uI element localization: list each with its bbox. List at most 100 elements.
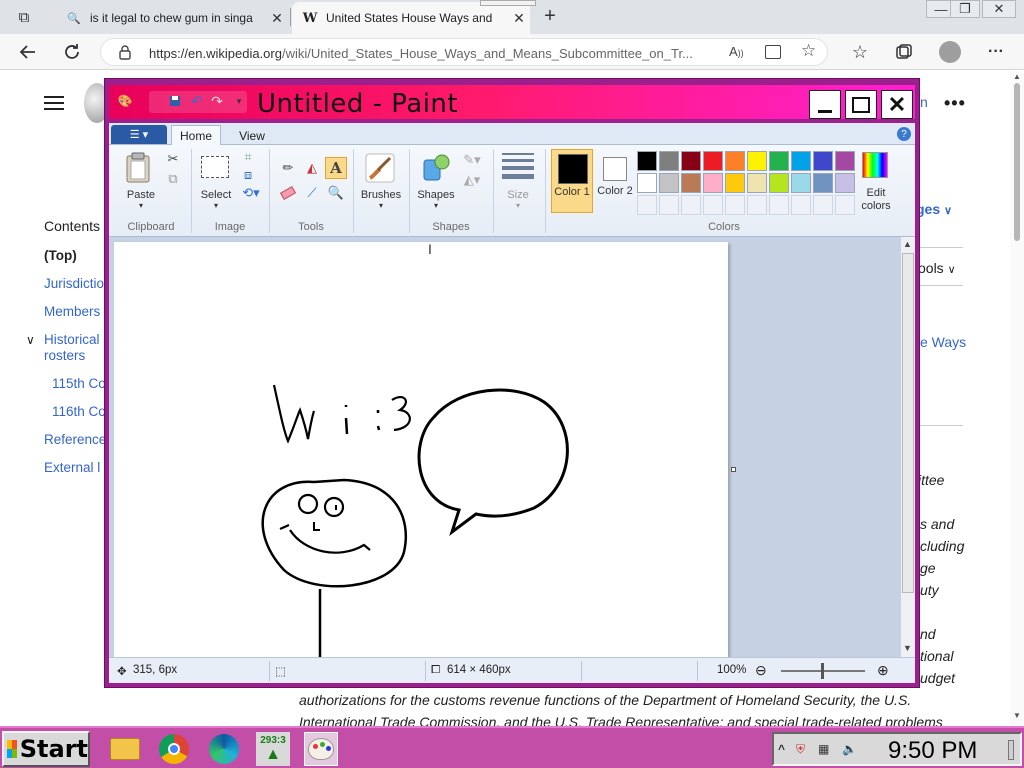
custom-color-slot[interactable]	[791, 195, 811, 215]
paint-title-bar[interactable]: 🎨 ↶ ↷ ▾ Untitled - Paint ✕	[109, 85, 915, 119]
palette-swatch[interactable]	[725, 173, 745, 193]
custom-color-slot[interactable]	[835, 195, 855, 215]
custom-color-slot[interactable]	[637, 195, 657, 215]
palette-swatch[interactable]	[835, 173, 855, 193]
tab-actions-icon[interactable]: ⧉	[12, 5, 36, 29]
magnifier-icon[interactable]: 🔍	[325, 183, 347, 203]
custom-color-slot[interactable]	[813, 195, 833, 215]
edit-colors-icon[interactable]	[861, 151, 889, 179]
drawing-canvas[interactable]	[114, 242, 728, 657]
window-close-button[interactable]: ✕	[982, 0, 1016, 18]
tab-wikipedia[interactable]: W United States House Ways and ✕	[292, 2, 530, 34]
fill-icon[interactable]: ◭	[301, 157, 323, 179]
scroll-down-icon[interactable]: ▼	[903, 643, 912, 653]
palette-swatch[interactable]	[637, 173, 657, 193]
file-explorer-icon[interactable]	[108, 732, 142, 766]
palette-swatch[interactable]	[681, 151, 701, 171]
toc-item-jurisdiction[interactable]: Jurisdictio	[44, 276, 104, 291]
palette-swatch[interactable]	[835, 151, 855, 171]
save-icon[interactable]	[167, 93, 183, 109]
tab-home[interactable]: Home	[171, 125, 221, 146]
paint-taskbar-icon[interactable]	[304, 732, 338, 766]
zoom-slider[interactable]	[781, 663, 865, 679]
text-icon[interactable]: A	[325, 157, 347, 179]
outline-icon[interactable]: ✎▾	[459, 151, 485, 169]
scroll-up-icon[interactable]: ▲	[1013, 72, 1021, 81]
more-options-icon[interactable]: ···	[984, 40, 1008, 64]
size-button[interactable]: Size	[495, 189, 541, 201]
color1-button[interactable]: Color 1	[551, 149, 593, 213]
crop-icon[interactable]: ⌗	[239, 149, 257, 165]
file-menu-button[interactable]: ☰ ▾	[111, 125, 167, 144]
custom-color-slot[interactable]	[659, 195, 679, 215]
brushes-button[interactable]: Brushes	[355, 189, 407, 201]
resize-icon[interactable]: ⧈	[239, 167, 257, 183]
top-link-fragment[interactable]: n	[920, 94, 928, 110]
zoom-in-icon[interactable]: ⊕	[877, 662, 889, 679]
refresh-icon[interactable]	[60, 40, 84, 64]
palette-swatch[interactable]	[813, 173, 833, 193]
custom-color-slot[interactable]	[769, 195, 789, 215]
cut-icon[interactable]: ✂	[163, 151, 183, 167]
palette-swatch[interactable]	[681, 173, 701, 193]
favorites-icon[interactable]: ☆	[848, 40, 872, 64]
size-icon[interactable]	[501, 151, 535, 181]
chevron-down-icon[interactable]: ▾	[355, 201, 407, 210]
pencil-icon[interactable]: ✏	[277, 157, 299, 179]
chevron-down-icon[interactable]: ▾	[411, 201, 461, 210]
shapes-icon[interactable]	[419, 151, 453, 185]
help-icon[interactable]: ?	[897, 127, 911, 141]
palette-swatch[interactable]	[659, 173, 679, 193]
paint-maximize-button[interactable]	[845, 90, 877, 119]
palette-swatch[interactable]	[637, 151, 657, 171]
security-icon[interactable]: ⛨	[796, 742, 805, 757]
close-tab-icon[interactable]: ✕	[266, 10, 288, 27]
lock-icon[interactable]	[119, 45, 131, 65]
palette-swatch[interactable]	[813, 151, 833, 171]
brushes-icon[interactable]	[363, 151, 397, 185]
color2-button[interactable]: Color 2	[595, 149, 635, 213]
custom-color-slot[interactable]	[703, 195, 723, 215]
zoom-out-icon[interactable]: ⊖	[755, 662, 767, 679]
toc-item-historical[interactable]: Historical	[44, 332, 100, 347]
profile-avatar[interactable]	[938, 40, 962, 64]
rotate-icon[interactable]: ⟲▾	[239, 185, 263, 201]
restore-button[interactable]: ❐	[950, 0, 980, 18]
toc-item-references[interactable]: Reference	[44, 432, 106, 447]
tree-badge-icon[interactable]: 293:3 ▲	[256, 732, 290, 766]
redo-icon[interactable]: ↷	[209, 93, 225, 109]
paste-icon[interactable]	[123, 149, 153, 185]
show-desktop-button[interactable]	[1008, 740, 1014, 760]
canvas-scrollbar[interactable]: ▲ ▼	[901, 237, 915, 657]
close-tab-icon[interactable]: ✕	[508, 10, 530, 27]
page-scrollbar[interactable]: ▲ ▼	[1010, 71, 1024, 726]
color-picker-icon[interactable]: ⟋	[301, 183, 323, 203]
collections-icon[interactable]	[892, 40, 916, 64]
chrome-icon[interactable]	[157, 732, 191, 766]
custom-color-slot[interactable]	[725, 195, 745, 215]
copy-icon[interactable]: ⧉	[163, 171, 183, 187]
chevron-down-icon[interactable]: ▾	[117, 201, 165, 210]
undo-icon[interactable]: ↶	[189, 93, 205, 109]
paint-minimize-button[interactable]	[809, 90, 841, 119]
languages-fragment[interactable]: ges ∨	[916, 201, 952, 217]
clock[interactable]: 9:50 PM	[888, 737, 977, 765]
custom-color-slot[interactable]	[747, 195, 767, 215]
palette-swatch[interactable]	[747, 173, 767, 193]
custom-color-slot[interactable]	[681, 195, 701, 215]
shapes-button[interactable]: Shapes	[411, 189, 461, 201]
new-tab-button[interactable]: +	[538, 4, 562, 28]
tab-view[interactable]: View	[227, 125, 277, 146]
palette-swatch[interactable]	[703, 151, 723, 171]
palette-swatch[interactable]	[769, 151, 789, 171]
start-button[interactable]: Start	[2, 731, 90, 767]
scroll-down-icon[interactable]: ▼	[1013, 711, 1021, 720]
scrollbar-thumb[interactable]	[1014, 83, 1020, 241]
more-icon[interactable]: •••	[944, 93, 966, 114]
paste-button[interactable]: Paste	[117, 189, 165, 201]
palette-swatch[interactable]	[659, 151, 679, 171]
canvas-resize-handle[interactable]	[731, 467, 736, 472]
reader-view-icon[interactable]	[765, 45, 781, 59]
edit-colors-button[interactable]: Edit colors	[855, 187, 897, 213]
paint-app-icon[interactable]: 🎨	[117, 93, 133, 109]
